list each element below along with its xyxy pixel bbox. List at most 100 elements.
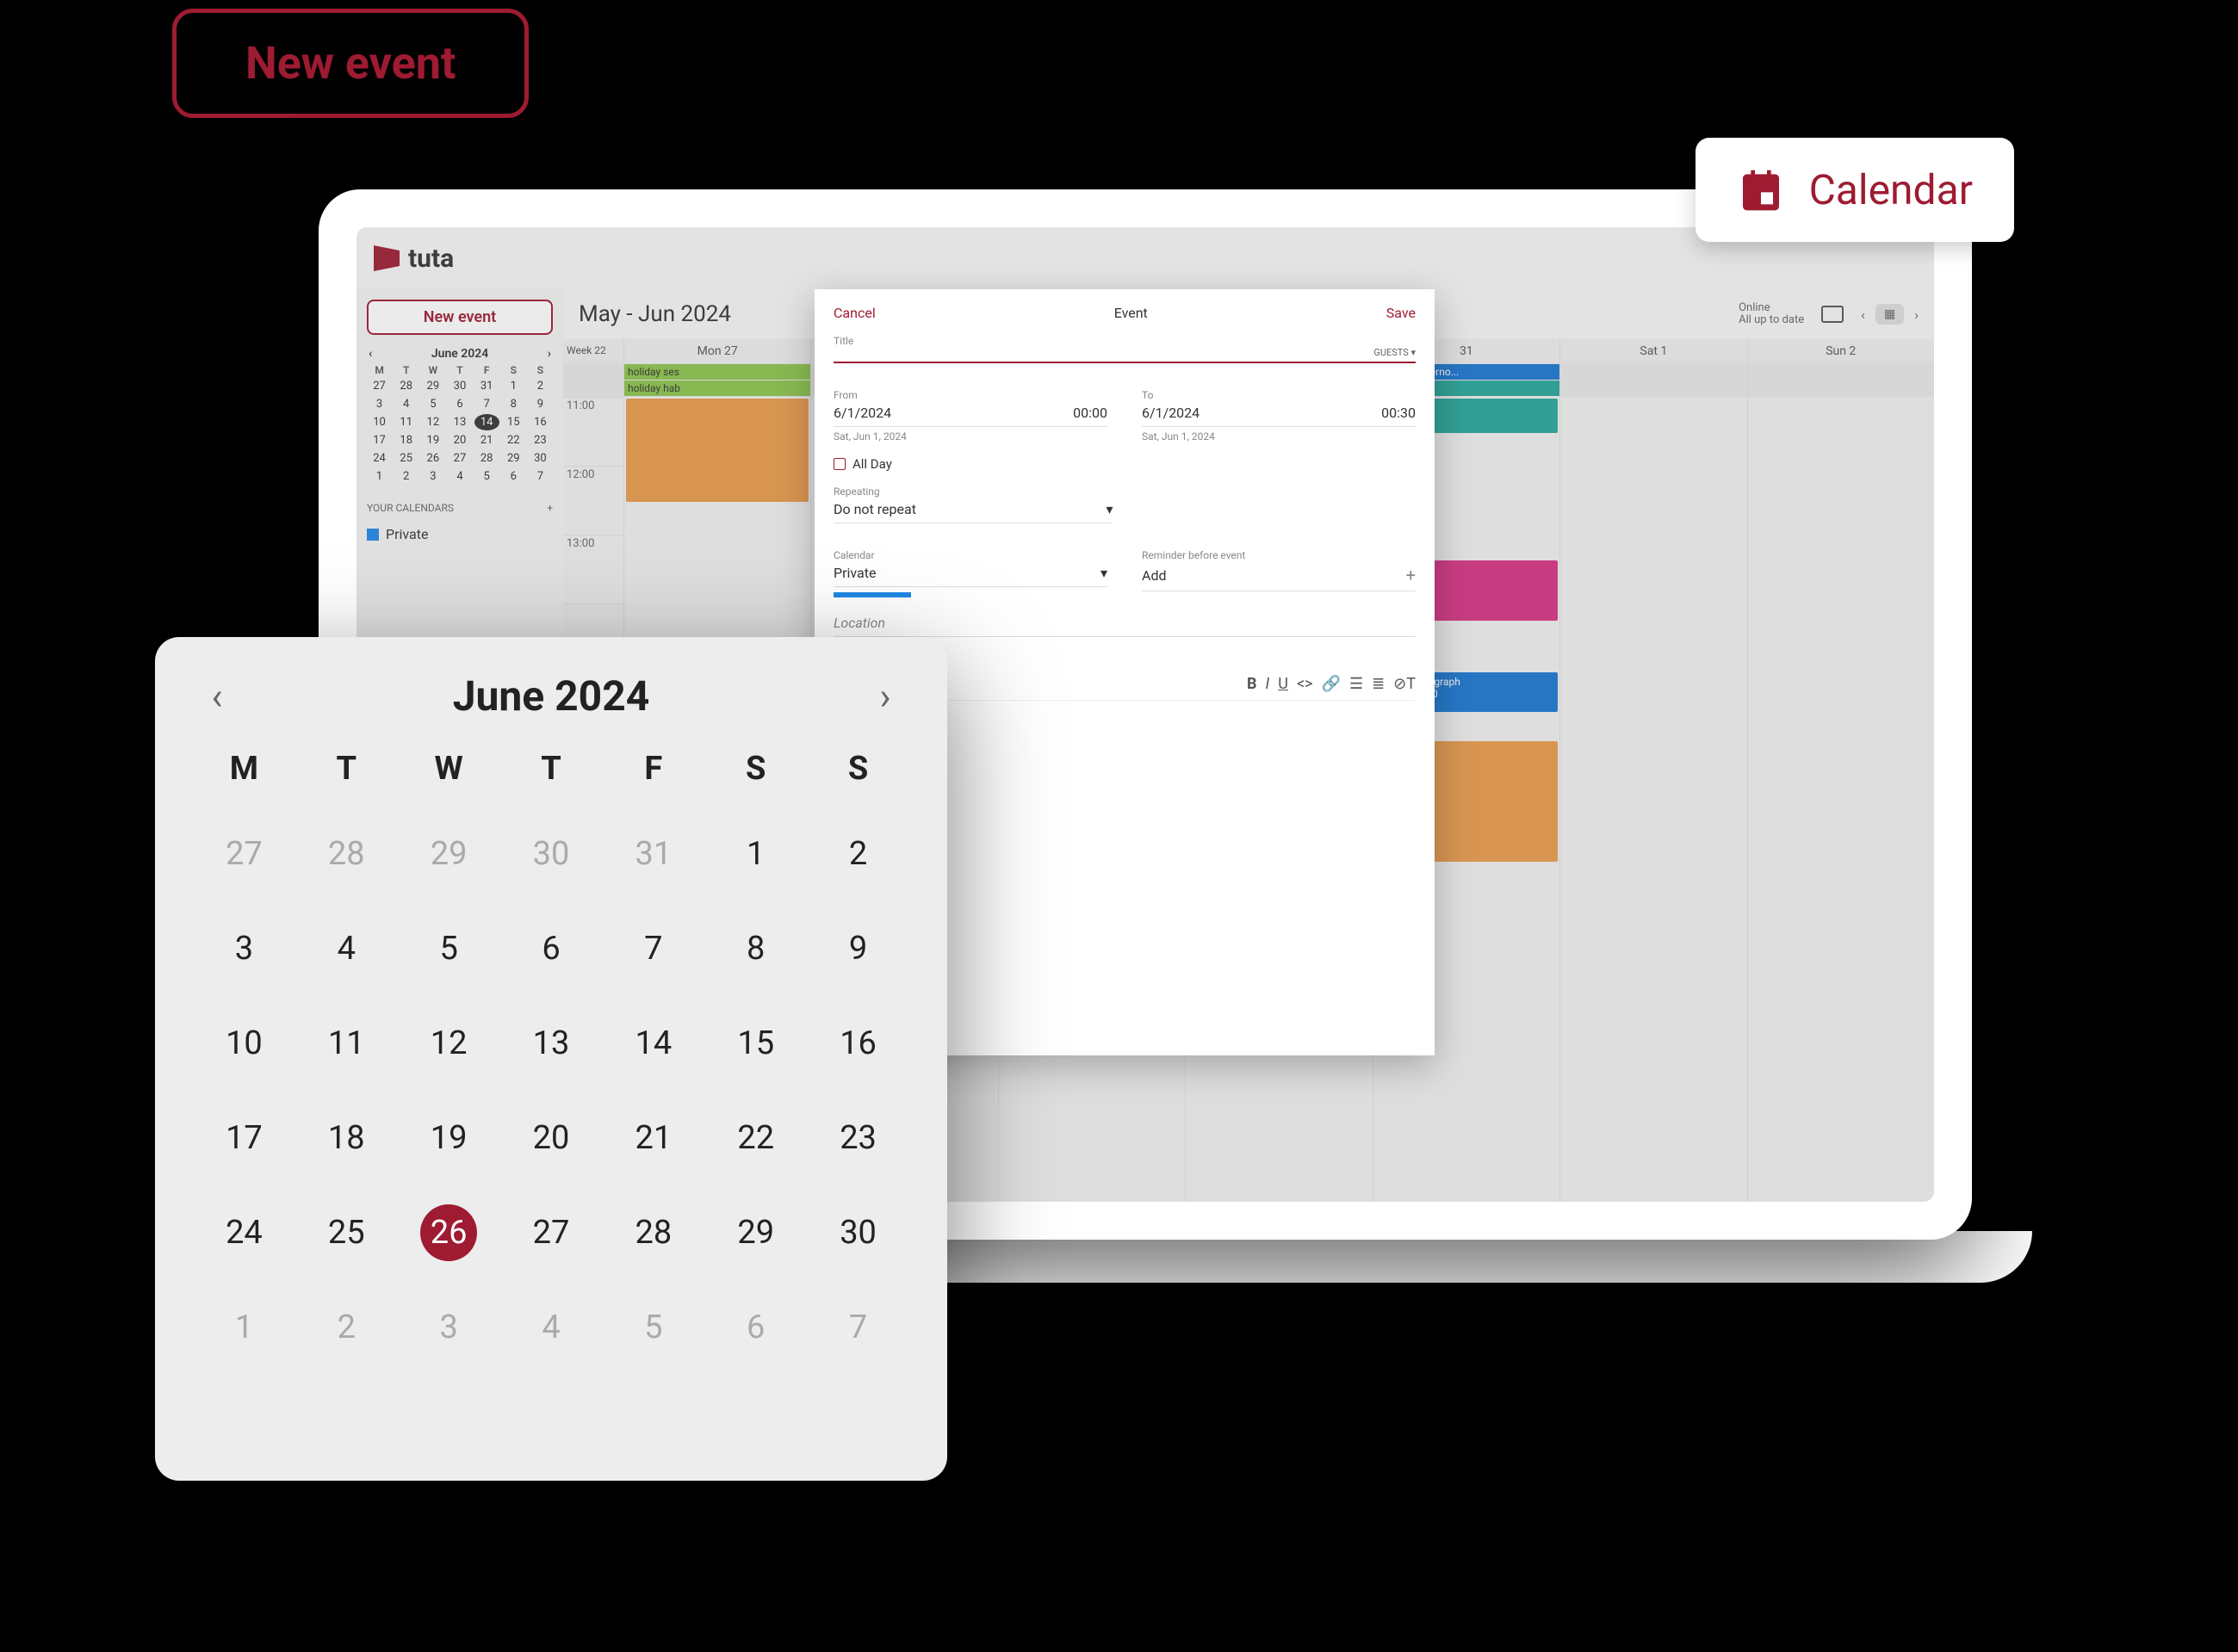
popup-day[interactable]: 2 xyxy=(807,826,909,882)
popup-day[interactable]: 30 xyxy=(500,826,603,882)
popup-day[interactable]: 1 xyxy=(193,1299,295,1356)
mini-cal-day[interactable]: 29 xyxy=(420,378,445,394)
popup-day[interactable]: 6 xyxy=(704,1299,807,1356)
save-button[interactable]: Save xyxy=(1386,305,1416,321)
location-input[interactable]: Location xyxy=(834,609,1416,637)
popup-day[interactable]: 28 xyxy=(295,826,398,882)
allday-event[interactable]: holiday hab xyxy=(624,381,810,396)
popup-day[interactable]: 4 xyxy=(500,1299,603,1356)
mini-cal-day[interactable]: 20 xyxy=(447,432,472,449)
mini-cal-day[interactable]: 15 xyxy=(501,414,526,430)
clear-format-icon[interactable]: ⊘T xyxy=(1393,675,1416,693)
mini-cal-day[interactable]: 7 xyxy=(474,396,499,412)
mini-cal-day[interactable]: 31 xyxy=(474,378,499,394)
popup-day[interactable]: 5 xyxy=(602,1299,704,1356)
new-event-button[interactable]: New event xyxy=(367,300,553,335)
mini-cal-day[interactable]: 30 xyxy=(528,450,553,467)
popup-day[interactable]: 5 xyxy=(398,920,500,977)
mini-cal-day[interactable]: 27 xyxy=(367,378,392,394)
mini-cal-day[interactable]: 27 xyxy=(447,450,472,467)
view-switch[interactable]: ▦ xyxy=(1875,304,1904,325)
popup-day[interactable]: 3 xyxy=(193,920,295,977)
link-icon[interactable]: 🔗 xyxy=(1322,675,1341,693)
popup-day[interactable]: 3 xyxy=(398,1299,500,1356)
mini-cal-day[interactable]: 17 xyxy=(367,432,392,449)
mini-cal-day[interactable]: 26 xyxy=(420,450,445,467)
mini-cal-day[interactable]: 6 xyxy=(447,396,472,412)
popup-day[interactable]: 14 xyxy=(602,1015,704,1072)
month-prev-icon[interactable]: ‹ xyxy=(193,674,241,719)
mini-cal-day[interactable]: 25 xyxy=(394,450,418,467)
mini-cal-day[interactable]: 4 xyxy=(394,396,418,412)
mini-cal-next-icon[interactable]: › xyxy=(548,347,551,361)
month-next-icon[interactable]: › xyxy=(861,674,909,719)
popup-day[interactable]: 27 xyxy=(193,826,295,882)
event-block[interactable] xyxy=(626,399,809,502)
mini-cal-day[interactable]: 2 xyxy=(394,468,418,485)
popup-day[interactable]: 24 xyxy=(193,1204,295,1261)
popup-day[interactable]: 9 xyxy=(807,920,909,977)
popup-day[interactable]: 6 xyxy=(500,920,603,977)
mini-cal-day[interactable]: 5 xyxy=(474,468,499,485)
repeating-select[interactable]: Do not repeat ▾ xyxy=(834,498,1113,523)
mini-cal-day[interactable]: 14 xyxy=(474,414,499,430)
popup-day[interactable]: 13 xyxy=(500,1015,603,1072)
popup-day[interactable]: 30 xyxy=(807,1204,909,1261)
guests-dropdown[interactable]: GUESTS ▾ xyxy=(1373,347,1416,358)
popup-day[interactable]: 31 xyxy=(602,826,704,882)
popup-day[interactable]: 18 xyxy=(295,1110,398,1166)
cancel-button[interactable]: Cancel xyxy=(834,305,876,321)
reminder-add[interactable]: Add + xyxy=(1142,561,1416,591)
calendar-item-private[interactable]: Private xyxy=(367,523,553,546)
mail-icon[interactable] xyxy=(1821,306,1844,323)
numbered-list-icon[interactable]: ≣ xyxy=(1372,675,1385,693)
mini-cal-day[interactable]: 2 xyxy=(528,378,553,394)
popup-day[interactable]: 8 xyxy=(704,920,807,977)
underline-icon[interactable]: U xyxy=(1278,675,1288,693)
mini-cal-day[interactable]: 28 xyxy=(474,450,499,467)
code-icon[interactable]: <> xyxy=(1297,675,1313,693)
mini-cal-day[interactable]: 7 xyxy=(528,468,553,485)
popup-day[interactable]: 28 xyxy=(602,1204,704,1261)
calendar-select[interactable]: Private ▾ xyxy=(834,561,1107,587)
popup-day[interactable]: 26 xyxy=(420,1204,477,1261)
mini-cal-day[interactable]: 16 xyxy=(528,414,553,430)
popup-day[interactable]: 16 xyxy=(807,1015,909,1072)
mini-cal-day[interactable]: 1 xyxy=(367,468,392,485)
mini-cal-day[interactable]: 3 xyxy=(367,396,392,412)
mini-cal-day[interactable]: 11 xyxy=(394,414,418,430)
mini-cal-day[interactable]: 23 xyxy=(528,432,553,449)
popup-day[interactable]: 22 xyxy=(704,1110,807,1166)
popup-day[interactable]: 21 xyxy=(602,1110,704,1166)
new-event-badge[interactable]: New event xyxy=(172,9,529,118)
popup-day[interactable]: 23 xyxy=(807,1110,909,1166)
popup-day[interactable]: 29 xyxy=(398,826,500,882)
from-date-input[interactable]: 6/1/2024 00:00 xyxy=(834,401,1107,427)
to-date-input[interactable]: 6/1/2024 00:30 xyxy=(1142,401,1416,427)
popup-day[interactable]: 7 xyxy=(602,920,704,977)
popup-day[interactable]: 10 xyxy=(193,1015,295,1072)
mini-cal-day[interactable]: 4 xyxy=(447,468,472,485)
mini-cal-day[interactable]: 21 xyxy=(474,432,499,449)
mini-cal-day[interactable]: 3 xyxy=(420,468,445,485)
mini-cal-day[interactable]: 10 xyxy=(367,414,392,430)
popup-day[interactable]: 27 xyxy=(500,1204,603,1261)
popup-day[interactable]: 25 xyxy=(295,1204,398,1261)
mini-cal-prev-icon[interactable]: ‹ xyxy=(369,347,372,361)
allday-event[interactable]: holiday ses xyxy=(624,364,810,380)
mini-cal-day[interactable]: 19 xyxy=(420,432,445,449)
popup-day[interactable]: 20 xyxy=(500,1110,603,1166)
mini-cal-day[interactable]: 22 xyxy=(501,432,526,449)
mini-cal-day[interactable]: 12 xyxy=(420,414,445,430)
mini-cal-day[interactable]: 6 xyxy=(501,468,526,485)
popup-day[interactable]: 12 xyxy=(398,1015,500,1072)
popup-day[interactable]: 17 xyxy=(193,1110,295,1166)
mini-cal-day[interactable]: 5 xyxy=(420,396,445,412)
mini-cal-day[interactable]: 24 xyxy=(367,450,392,467)
popup-day[interactable]: 19 xyxy=(398,1110,500,1166)
mini-cal-day[interactable]: 29 xyxy=(501,450,526,467)
popup-day[interactable]: 11 xyxy=(295,1015,398,1072)
mini-cal-day[interactable]: 18 xyxy=(394,432,418,449)
bullet-list-icon[interactable]: ☰ xyxy=(1349,675,1363,693)
add-calendar-icon[interactable]: + xyxy=(547,502,553,514)
